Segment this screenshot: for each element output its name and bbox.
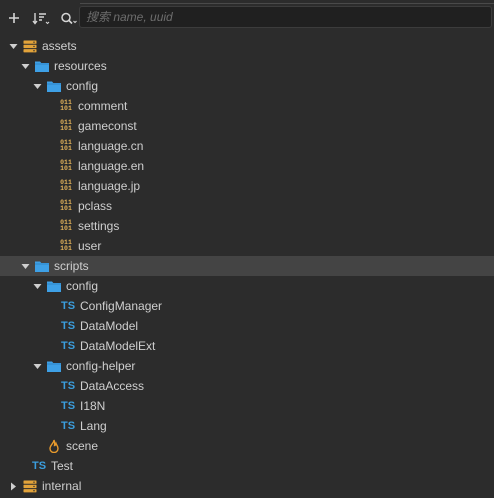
tree-item-settings[interactable]: 011 101 settings <box>0 216 494 236</box>
tree-item-pclass[interactable]: 011 101 pclass <box>0 196 494 216</box>
json-file-icon: 011 101 <box>60 239 72 252</box>
database-icon <box>22 479 38 493</box>
panel-top-border <box>80 0 494 4</box>
tree-item-resources[interactable]: resources <box>0 56 494 76</box>
tree-item-label: config-helper <box>66 359 136 373</box>
typescript-file-icon: TS <box>60 400 76 412</box>
tree-item-config[interactable]: config <box>0 76 494 96</box>
tree-item-gameconst[interactable]: 011 101 gameconst <box>0 116 494 136</box>
tree-item-comment[interactable]: 011 101 comment <box>0 96 494 116</box>
expand-arrow-icon[interactable] <box>20 61 30 71</box>
search-field[interactable] <box>79 6 492 28</box>
tree-item-config[interactable]: config <box>0 276 494 296</box>
tree-item-lang[interactable]: TS Lang <box>0 416 494 436</box>
tree-item-language-jp[interactable]: 011 101 language.jp <box>0 176 494 196</box>
expand-arrow-icon[interactable] <box>32 281 42 291</box>
tree-item-config-helper[interactable]: config-helper <box>0 356 494 376</box>
tree-item-label: DataModel <box>80 319 139 333</box>
scene-icon <box>46 439 62 453</box>
tree-item-label: language.cn <box>78 139 144 153</box>
tree-item-label: ConfigManager <box>80 299 163 313</box>
database-icon <box>22 39 38 53</box>
folder-icon <box>34 259 50 273</box>
json-file-icon: 011 101 <box>60 159 72 172</box>
tree-item-scene[interactable]: scene <box>0 436 494 456</box>
tree-item-datamodelext[interactable]: TS DataModelExt <box>0 336 494 356</box>
tree-item-label: Lang <box>80 419 107 433</box>
add-icon[interactable] <box>4 8 24 28</box>
typescript-file-icon: TS <box>60 420 76 432</box>
tree-item-label: I18N <box>80 399 106 413</box>
tree-item-label: config <box>66 279 99 293</box>
sort-icon[interactable] <box>30 8 52 28</box>
folder-icon <box>46 79 62 93</box>
typescript-file-icon: TS <box>60 340 76 352</box>
tree-item-scripts[interactable]: scripts <box>0 256 494 276</box>
tree-item-label: internal <box>42 479 82 493</box>
typescript-file-icon: TS <box>31 460 47 472</box>
tree-item-label: user <box>78 239 102 253</box>
folder-icon <box>46 279 62 293</box>
folder-icon <box>46 359 62 373</box>
tree-item-label: scene <box>66 439 99 453</box>
tree-item-label: settings <box>78 219 120 233</box>
expand-arrow-icon[interactable] <box>32 361 42 371</box>
json-file-icon: 011 101 <box>60 219 72 232</box>
tree-item-label: Test <box>51 459 74 473</box>
folder-icon <box>34 59 50 73</box>
json-file-icon: 011 101 <box>60 139 72 152</box>
collapse-arrow-icon[interactable] <box>8 481 18 491</box>
tree-item-assets[interactable]: assets <box>0 36 494 56</box>
tree-item-user[interactable]: 011 101 user <box>0 236 494 256</box>
tree-item-label: pclass <box>78 199 113 213</box>
asset-tree: assets resources config 011 101 comment 011 101… <box>0 36 494 496</box>
tree-item-test[interactable]: TS Test <box>0 456 494 476</box>
tree-item-label: gameconst <box>78 119 137 133</box>
tree-item-datamodel[interactable]: TS DataModel <box>0 316 494 336</box>
tree-item-label: DataAccess <box>80 379 145 393</box>
tree-item-internal[interactable]: internal <box>0 476 494 496</box>
typescript-file-icon: TS <box>60 380 76 392</box>
expand-arrow-icon[interactable] <box>8 41 18 51</box>
json-file-icon: 011 101 <box>60 99 72 112</box>
typescript-file-icon: TS <box>60 320 76 332</box>
tree-item-label: resources <box>54 59 107 73</box>
tree-item-label: config <box>66 79 99 93</box>
json-file-icon: 011 101 <box>60 119 72 132</box>
search-filter-icon[interactable] <box>58 8 80 28</box>
tree-item-label: language.jp <box>78 179 141 193</box>
tree-item-configmanager[interactable]: TS ConfigManager <box>0 296 494 316</box>
tree-item-label: comment <box>78 99 128 113</box>
tree-item-language-en[interactable]: 011 101 language.en <box>0 156 494 176</box>
expand-arrow-icon[interactable] <box>20 261 30 271</box>
tree-item-label: language.en <box>78 159 145 173</box>
json-file-icon: 011 101 <box>60 199 72 212</box>
typescript-file-icon: TS <box>60 300 76 312</box>
tree-item-language-cn[interactable]: 011 101 language.cn <box>0 136 494 156</box>
tree-item-dataaccess[interactable]: TS DataAccess <box>0 376 494 396</box>
expand-arrow-icon[interactable] <box>32 81 42 91</box>
tree-item-label: DataModelExt <box>80 339 156 353</box>
search-input[interactable] <box>80 7 491 27</box>
tree-item-i18n[interactable]: TS I18N <box>0 396 494 416</box>
json-file-icon: 011 101 <box>60 179 72 192</box>
tree-item-label: scripts <box>54 259 89 273</box>
tree-item-label: assets <box>42 39 77 53</box>
